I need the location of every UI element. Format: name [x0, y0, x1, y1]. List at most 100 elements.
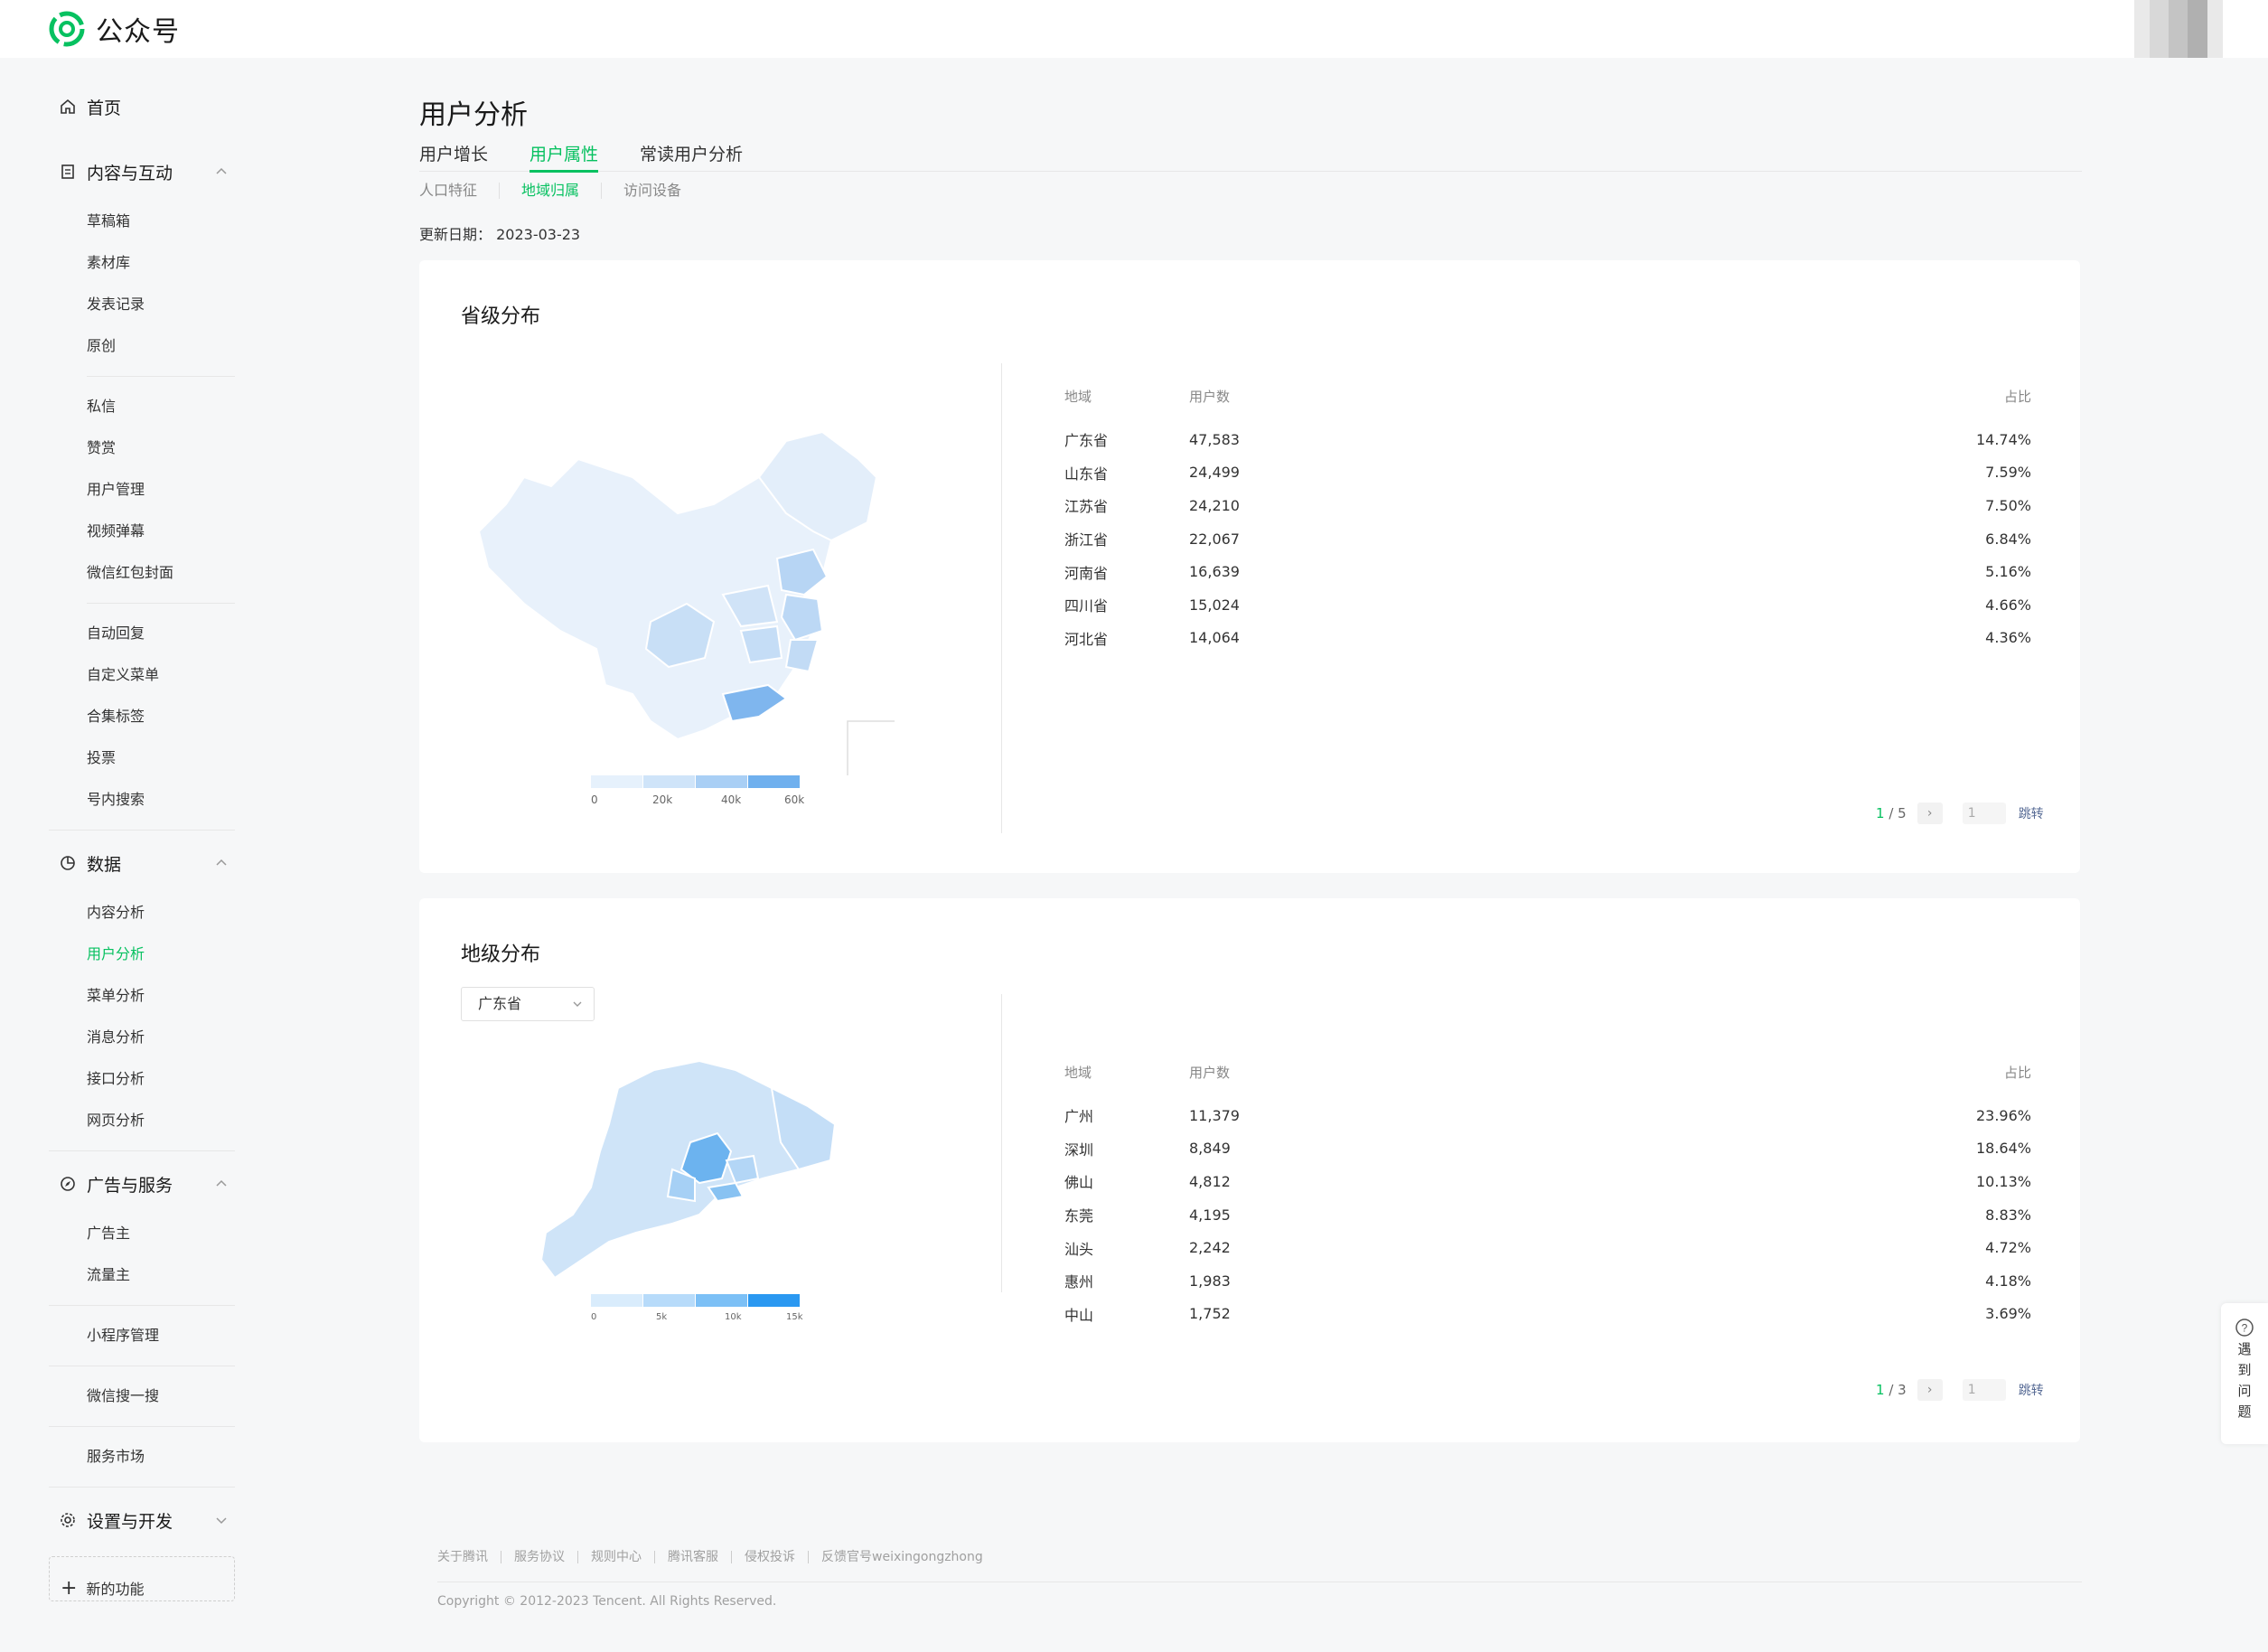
help-button[interactable]: ? 遇 到 问 题 [2221, 1303, 2268, 1444]
top-bar: 公众号 [0, 0, 2268, 58]
sidebar-item-service-market[interactable]: 服务市场 [49, 1436, 235, 1478]
sidebar-section-label: 设置与开发 [87, 1511, 173, 1532]
legend-tick: 20k [652, 793, 673, 806]
legend-tick: 15k [786, 1312, 803, 1322]
pager-page-input[interactable]: 1 [1962, 1379, 2006, 1401]
cell-ratio: 7.50% [1985, 496, 2031, 514]
cell-users: 47,583 [1189, 430, 1240, 448]
sidebar-item-auto-reply[interactable]: 自动回复 [49, 613, 235, 654]
avatar[interactable] [2134, 0, 2223, 58]
sidebar-item-advertiser[interactable]: 广告主 [49, 1213, 235, 1254]
sidebar-item-user-analysis[interactable]: 用户分析 [49, 934, 235, 975]
sidebar-item-red-packet-cover[interactable]: 微信红包封面 [49, 552, 235, 594]
table-header: 地域 用户数 占比 [1064, 387, 2031, 408]
sidebar-item-api-analysis[interactable]: 接口分析 [49, 1058, 235, 1100]
tab-user-attributes[interactable]: 用户属性 [530, 141, 599, 173]
pager-current: 1 [1876, 805, 1885, 821]
table-row: 东莞 4,195 8.83% [1064, 1198, 2031, 1232]
sidebar-section-ads[interactable]: 广告与服务 [49, 1166, 235, 1202]
sidebar-item-home[interactable]: 首页 [49, 89, 235, 125]
cell-users: 2,242 [1189, 1239, 1231, 1257]
sidebar-section-settings[interactable]: 设置与开发 [49, 1502, 235, 1538]
tab-user-growth[interactable]: 用户增长 [419, 141, 488, 172]
sidebar-item-appreciation[interactable]: 赞赏 [49, 427, 235, 469]
tab-frequent-readers[interactable]: 常读用户分析 [640, 141, 743, 172]
table-row: 深圳 8,849 18.64% [1064, 1132, 2031, 1166]
cell-region: 汕头 [1064, 1240, 1094, 1258]
cell-region: 浙江省 [1064, 531, 1109, 549]
cell-ratio: 10.13% [1975, 1172, 2031, 1190]
legend-gradient-bar [591, 1294, 801, 1307]
sidebar-item-original[interactable]: 原创 [49, 325, 235, 367]
footer-link[interactable]: 腾讯客服 [654, 1551, 731, 1563]
sidebar-section-content[interactable]: 内容与互动 [49, 154, 235, 190]
legend-segment [748, 1294, 801, 1307]
sidebar-item-wechat-search[interactable]: 微信搜一搜 [49, 1375, 235, 1417]
cell-ratio: 5.16% [1985, 563, 2031, 581]
cell-users: 16,639 [1189, 563, 1240, 581]
footer-link[interactable]: 服务协议 [501, 1551, 577, 1563]
sidebar-item-publish-records[interactable]: 发表记录 [49, 284, 235, 325]
sidebar-item-materials[interactable]: 素材库 [49, 242, 235, 284]
footer-link[interactable]: 规则中心 [577, 1551, 654, 1563]
guangdong-map[interactable] [537, 1052, 862, 1287]
legend-segment [748, 775, 801, 788]
cell-ratio: 8.83% [1985, 1206, 2031, 1224]
header-ratio: 占比 [2003, 1065, 2031, 1081]
legend-tick: 10k [725, 1312, 742, 1322]
sidebar-item-custom-menu[interactable]: 自定义菜单 [49, 654, 235, 696]
pager-total: 5 [1898, 805, 1907, 821]
footer-link[interactable]: 侵权投诉 [731, 1551, 808, 1563]
legend-segment [696, 1294, 748, 1307]
sidebar-section-data[interactable]: 数据 [49, 845, 235, 881]
pager-jump-button[interactable]: 跳转 [2019, 1381, 2044, 1399]
subtab-demographics[interactable]: 人口特征 [419, 183, 499, 199]
chevron-up-icon [216, 859, 227, 866]
sidebar-item-traffic-owner[interactable]: 流量主 [49, 1254, 235, 1296]
sidebar-item-message-analysis[interactable]: 消息分析 [49, 1017, 235, 1058]
footer-link[interactable]: 关于腾讯 [437, 1551, 501, 1563]
china-map[interactable] [470, 423, 895, 775]
new-function-label: 新的功能 [86, 1581, 145, 1598]
province-legend: 0 20k 40k 60k [591, 775, 808, 810]
cell-ratio: 4.18% [1985, 1272, 2031, 1290]
table-row: 河北省 14,064 4.36% [1064, 622, 2031, 655]
province-select[interactable]: 广东省 [461, 987, 595, 1021]
logo[interactable]: 公众号 [49, 11, 180, 48]
divider [49, 1305, 235, 1306]
new-function-button[interactable]: + 新的功能 [49, 1556, 235, 1601]
sidebar-item-video-danmaku[interactable]: 视频弹幕 [49, 511, 235, 552]
chevron-right-icon[interactable]: › [1917, 803, 1943, 824]
sidebar-section-label: 内容与互动 [87, 163, 173, 183]
cell-ratio: 23.96% [1975, 1106, 2031, 1124]
pager-jump-button[interactable]: 跳转 [2019, 804, 2044, 822]
header-ratio: 占比 [2003, 389, 2031, 405]
cell-ratio: 4.72% [1985, 1239, 2031, 1257]
table-row: 江苏省 24,210 7.50% [1064, 489, 2031, 522]
chevron-right-icon[interactable]: › [1917, 1379, 1943, 1401]
footer-link[interactable]: 反馈官号weixingongzhong [808, 1551, 996, 1563]
sidebar-item-collection-tags[interactable]: 合集标签 [49, 696, 235, 737]
chevron-up-icon [216, 1179, 227, 1187]
sidebar-item-in-account-search[interactable]: 号内搜索 [49, 779, 235, 821]
cell-ratio: 4.36% [1985, 629, 2031, 647]
city-card: 地级分布 广东省 0 5k 10k 15k 地域 用户数 占比 广州 11,37… [419, 898, 2080, 1442]
sidebar-item-messages[interactable]: 私信 [49, 386, 235, 427]
pager-page-input[interactable]: 1 [1962, 803, 2006, 824]
table-header: 地域 用户数 占比 [1064, 1063, 2031, 1084]
sidebar-item-web-analysis[interactable]: 网页分析 [49, 1100, 235, 1141]
cell-users: 24,499 [1189, 464, 1240, 482]
sidebar-item-content-analysis[interactable]: 内容分析 [49, 892, 235, 934]
cell-region: 广东省 [1064, 432, 1109, 450]
cell-region: 惠州 [1064, 1273, 1094, 1291]
sidebar-section-label: 数据 [87, 854, 122, 875]
sidebar-item-mini-program[interactable]: 小程序管理 [49, 1315, 235, 1356]
sidebar-item-menu-analysis[interactable]: 菜单分析 [49, 975, 235, 1017]
cell-region: 广州 [1064, 1108, 1094, 1126]
subtab-devices[interactable]: 访问设备 [601, 183, 703, 199]
sidebar-item-vote[interactable]: 投票 [49, 737, 235, 779]
sidebar-item-user-management[interactable]: 用户管理 [49, 469, 235, 511]
subtab-region[interactable]: 地域归属 [499, 183, 601, 199]
divider [49, 1426, 235, 1427]
sidebar-item-drafts[interactable]: 草稿箱 [49, 201, 235, 242]
